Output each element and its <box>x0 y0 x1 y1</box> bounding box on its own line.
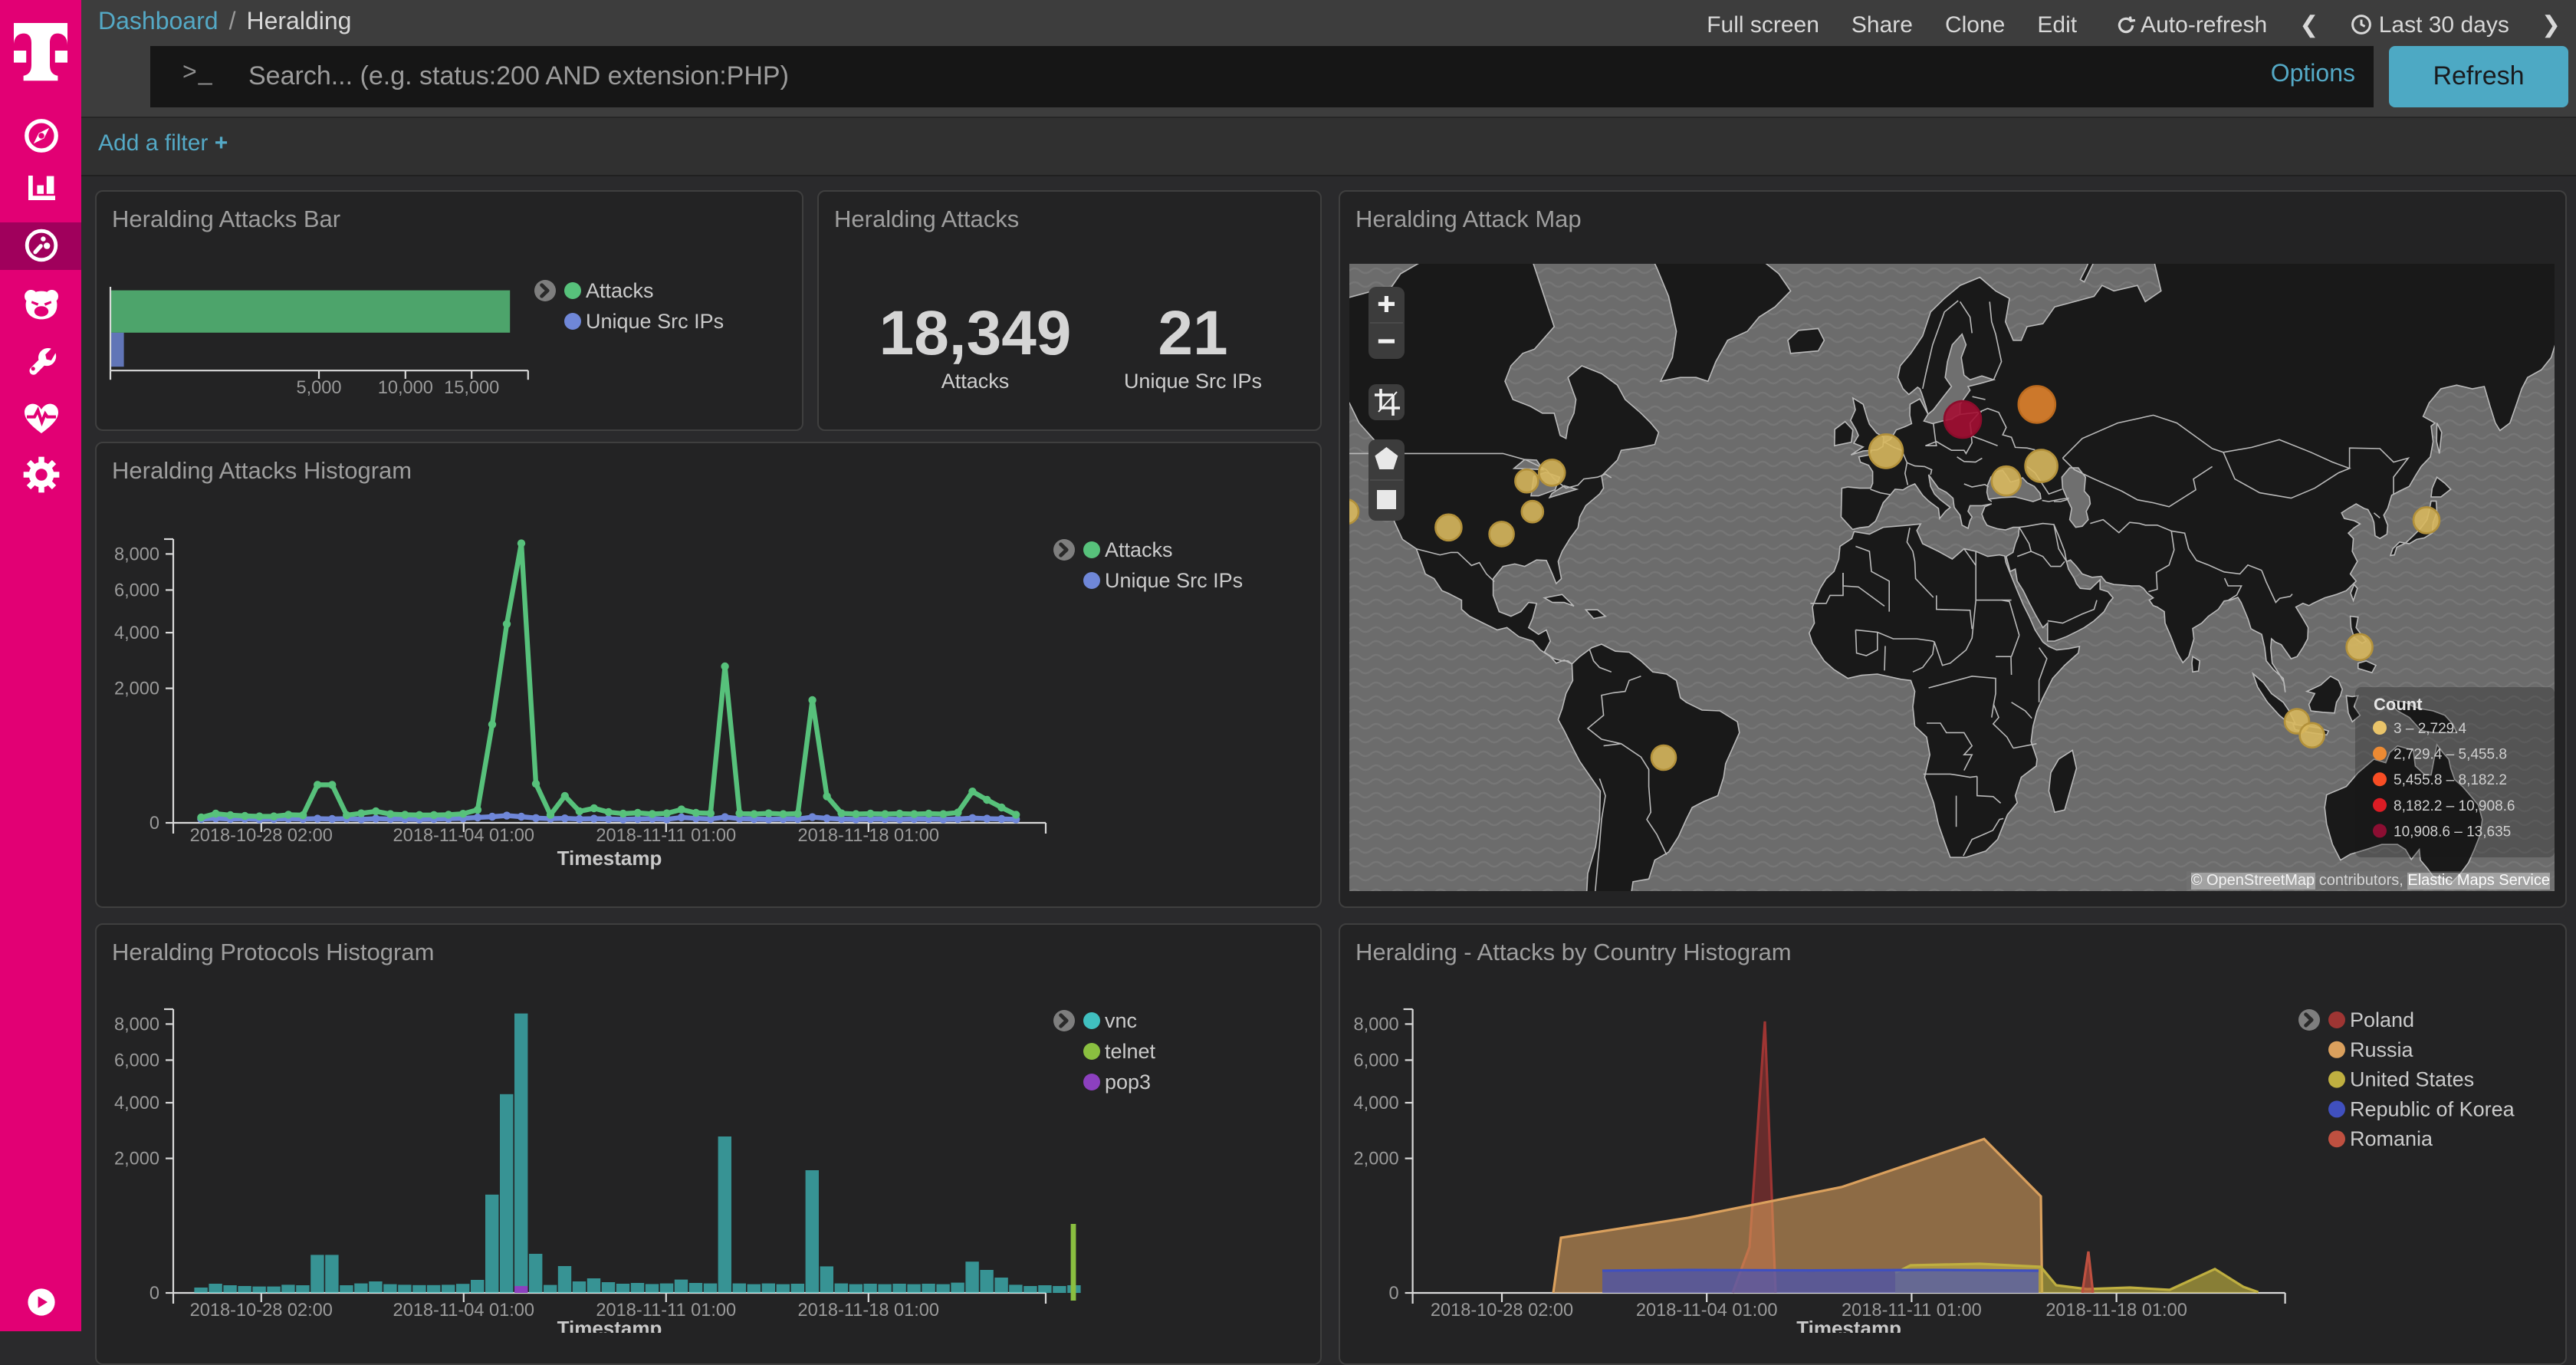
svg-text:United States: United States <box>2350 1068 2474 1091</box>
svg-text:Republic of Korea: Republic of Korea <box>2350 1097 2515 1120</box>
svg-text:vnc: vnc <box>1105 1009 1137 1032</box>
svg-text:2,000: 2,000 <box>1354 1150 1399 1169</box>
svg-text:4,000: 4,000 <box>1354 1094 1399 1113</box>
svg-text:Timestamp: Timestamp <box>557 1317 662 1333</box>
svg-text:2018-11-18 01:00: 2018-11-18 01:00 <box>2045 1301 2187 1321</box>
svg-text:Count: Count <box>2374 695 2423 714</box>
svg-text:8,000: 8,000 <box>114 1015 159 1034</box>
svg-text:4,000: 4,000 <box>114 1094 159 1113</box>
svg-text:2018-11-04 01:00: 2018-11-04 01:00 <box>1636 1301 1778 1321</box>
svg-text:3 – 2,729.4: 3 – 2,729.4 <box>2394 721 2467 737</box>
svg-text:Timestamp: Timestamp <box>557 847 662 870</box>
svg-text:8,000: 8,000 <box>114 544 159 564</box>
svg-text:0: 0 <box>1388 1284 1398 1304</box>
svg-text:Attacks: Attacks <box>1105 538 1173 561</box>
svg-text:Russia: Russia <box>2350 1038 2414 1061</box>
svg-text:2018-10-28 02:00: 2018-10-28 02:00 <box>1431 1301 1573 1321</box>
svg-text:4,000: 4,000 <box>114 623 159 643</box>
svg-text:Attacks: Attacks <box>586 279 654 302</box>
svg-text:2018-10-28 02:00: 2018-10-28 02:00 <box>190 1301 333 1321</box>
svg-text:15,000: 15,000 <box>444 378 499 398</box>
svg-text:Unique Src IPs: Unique Src IPs <box>586 310 724 333</box>
svg-text:2018-11-04 01:00: 2018-11-04 01:00 <box>393 826 535 846</box>
svg-text:6,000: 6,000 <box>114 1051 159 1071</box>
svg-text:2,000: 2,000 <box>114 1150 159 1169</box>
svg-text:Unique Src IPs: Unique Src IPs <box>1105 569 1243 592</box>
svg-text:2018-11-18 01:00: 2018-11-18 01:00 <box>798 1301 940 1321</box>
svg-text:telnet: telnet <box>1105 1040 1156 1063</box>
svg-text:2,729.4 – 5,455.8: 2,729.4 – 5,455.8 <box>2394 747 2507 763</box>
svg-text:2018-10-28 02:00: 2018-10-28 02:00 <box>190 826 333 846</box>
svg-text:Timestamp: Timestamp <box>1796 1317 1901 1333</box>
svg-text:2,000: 2,000 <box>114 679 159 699</box>
svg-text:0: 0 <box>150 814 159 834</box>
svg-text:Poland: Poland <box>2350 1008 2414 1031</box>
svg-text:Romania: Romania <box>2350 1127 2433 1150</box>
svg-text:2018-11-11 01:00: 2018-11-11 01:00 <box>596 826 736 846</box>
svg-text:5,000: 5,000 <box>296 378 341 398</box>
svg-text:8,000: 8,000 <box>1354 1015 1399 1034</box>
svg-text:0: 0 <box>150 1284 159 1304</box>
svg-text:6,000: 6,000 <box>1354 1051 1399 1071</box>
svg-text:10,000: 10,000 <box>378 378 433 398</box>
svg-text:5,455.8 – 8,182.2: 5,455.8 – 8,182.2 <box>2394 772 2507 788</box>
svg-text:2018-11-04 01:00: 2018-11-04 01:00 <box>393 1301 535 1321</box>
svg-text:pop3: pop3 <box>1105 1071 1151 1094</box>
svg-text:10,908.6 – 13,635: 10,908.6 – 13,635 <box>2394 824 2511 840</box>
svg-text:8,182.2 – 10,908.6: 8,182.2 – 10,908.6 <box>2394 798 2515 814</box>
svg-text:6,000: 6,000 <box>114 581 159 600</box>
svg-text:2018-11-18 01:00: 2018-11-18 01:00 <box>798 826 940 846</box>
